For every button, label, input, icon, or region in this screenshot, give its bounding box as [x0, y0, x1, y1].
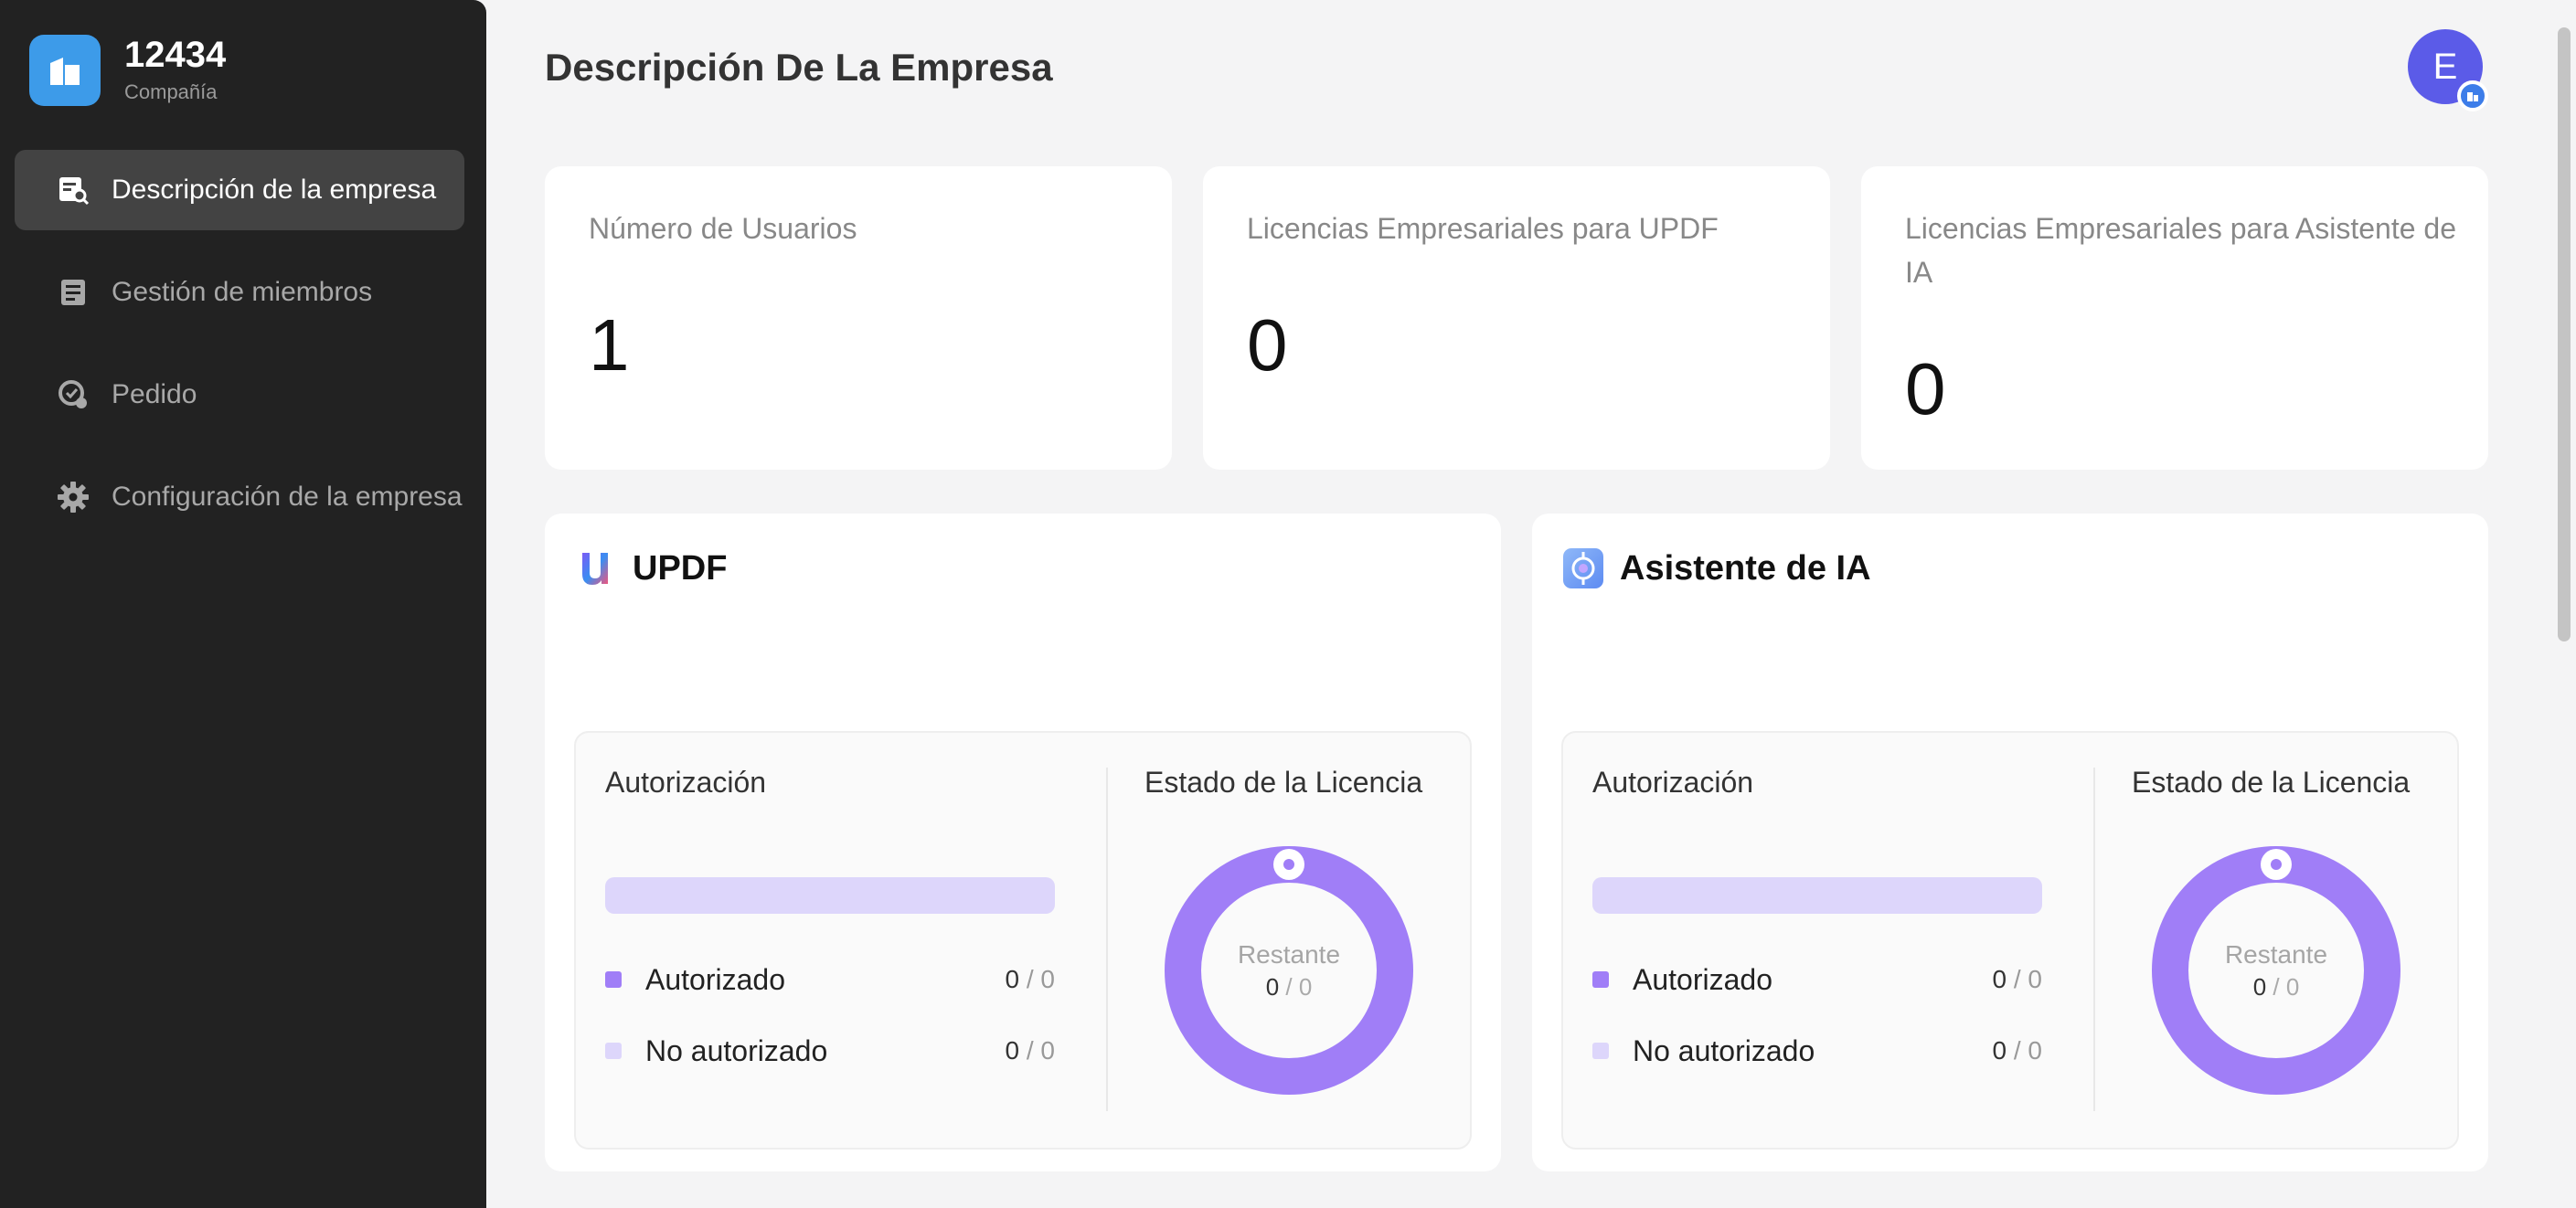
sidebar-nav: Descripción de la empresa Gestión de mie… — [15, 150, 464, 559]
stat-card-users: Número de Usuarios 1 — [545, 166, 1172, 470]
legend-value: 0 / 0 — [1005, 1036, 1056, 1065]
stat-value: 0 — [1905, 348, 1946, 429]
sidebar: 12434 Compañía Descripción de la empresa — [0, 0, 486, 1208]
legend-swatch — [605, 971, 622, 988]
updf-logo-icon — [574, 546, 618, 590]
order-icon — [55, 376, 91, 413]
sidebar-item-label: Pedido — [112, 379, 197, 409]
authorization-title: Autorización — [605, 766, 767, 799]
authorization-bar — [1592, 877, 2042, 914]
remaining-value: 0 / 0 — [2252, 973, 2300, 1001]
legend-authorized: Autorizado 0 / 0 — [605, 961, 1055, 998]
stat-card-updf-licenses: Licencias Empresariales para UPDF 0 — [1203, 166, 1830, 470]
legend-label: No autorizado — [645, 1033, 828, 1067]
panel-updf: UPDF Autorización Autorizado 0 / 0 No au… — [545, 514, 1501, 1171]
gear-icon — [55, 479, 91, 515]
company-overview-icon — [55, 172, 91, 208]
stat-label: Licencias Empresariales para Asistente d… — [1905, 212, 2456, 289]
legend-unauthorized: No autorizado 0 / 0 — [605, 1033, 1055, 1069]
sidebar-item-label: Descripción de la empresa — [112, 175, 437, 205]
panel-title: Asistente de IA — [1620, 548, 1871, 588]
stat-label: Licencias Empresariales para UPDF — [1247, 212, 1719, 245]
stat-card-ai-licenses: Licencias Empresariales para Asistente d… — [1861, 166, 2488, 470]
legend-swatch — [605, 1043, 622, 1059]
stat-label: Número de Usuarios — [589, 212, 857, 245]
remaining-value: 0 / 0 — [1265, 973, 1313, 1001]
building-icon — [29, 35, 101, 106]
ai-assistant-logo-icon — [1561, 546, 1605, 590]
license-summary: Autorización Autorizado 0 / 0 No autoriz… — [1561, 731, 2459, 1150]
legend-swatch — [1592, 971, 1609, 988]
license-status-title: Estado de la Licencia — [2132, 766, 2411, 799]
sidebar-item-company-overview[interactable]: Descripción de la empresa — [15, 150, 464, 230]
sidebar-item-members[interactable]: Gestión de miembros — [15, 252, 464, 333]
stat-value: 0 — [1247, 304, 1288, 386]
legend-label: Autorizado — [1633, 962, 1772, 996]
company-subtitle: Compañía — [124, 80, 218, 103]
legend-value: 0 / 0 — [1992, 965, 2043, 993]
donut-center: Restante 0 / 0 — [2152, 846, 2400, 1095]
company-name: 12434 — [124, 35, 227, 75]
members-list-icon — [55, 274, 91, 311]
legend-label: Autorizado — [645, 962, 785, 996]
authorization-bar — [605, 877, 1055, 914]
panel-title: UPDF — [633, 548, 728, 588]
legend-authorized: Autorizado 0 / 0 — [1592, 961, 2042, 998]
sidebar-item-label: Configuración de la empresa — [112, 482, 463, 512]
remaining-label: Restante — [2224, 940, 2328, 969]
donut-center: Restante 0 / 0 — [1165, 846, 1413, 1095]
divider — [1106, 768, 1108, 1111]
license-status-title: Estado de la Licencia — [1144, 766, 1423, 799]
scrollbar[interactable] — [2558, 27, 2571, 641]
legend-swatch — [1592, 1043, 1609, 1059]
authorization-title: Autorización — [1592, 766, 1754, 799]
company-badge-icon — [2457, 80, 2488, 111]
sidebar-item-label: Gestión de miembros — [112, 277, 373, 307]
sidebar-item-order[interactable]: Pedido — [15, 355, 464, 435]
brand: 12434 Compañía — [29, 35, 226, 106]
legend-label: No autorizado — [1633, 1033, 1815, 1067]
legend-value: 0 / 0 — [1005, 965, 1056, 993]
page-title: Descripción De La Empresa — [545, 46, 1053, 89]
stat-value: 1 — [589, 304, 630, 386]
legend-unauthorized: No autorizado 0 / 0 — [1592, 1033, 2042, 1069]
sidebar-item-company-settings[interactable]: Configuración de la empresa — [15, 457, 464, 537]
remaining-label: Restante — [1237, 940, 1341, 969]
legend-value: 0 / 0 — [1992, 1036, 2043, 1065]
panel-ai-assistant: Asistente de IA Autorización Autorizado … — [1532, 514, 2488, 1171]
license-summary: Autorización Autorizado 0 / 0 No autoriz… — [574, 731, 1472, 1150]
divider — [2093, 768, 2095, 1111]
